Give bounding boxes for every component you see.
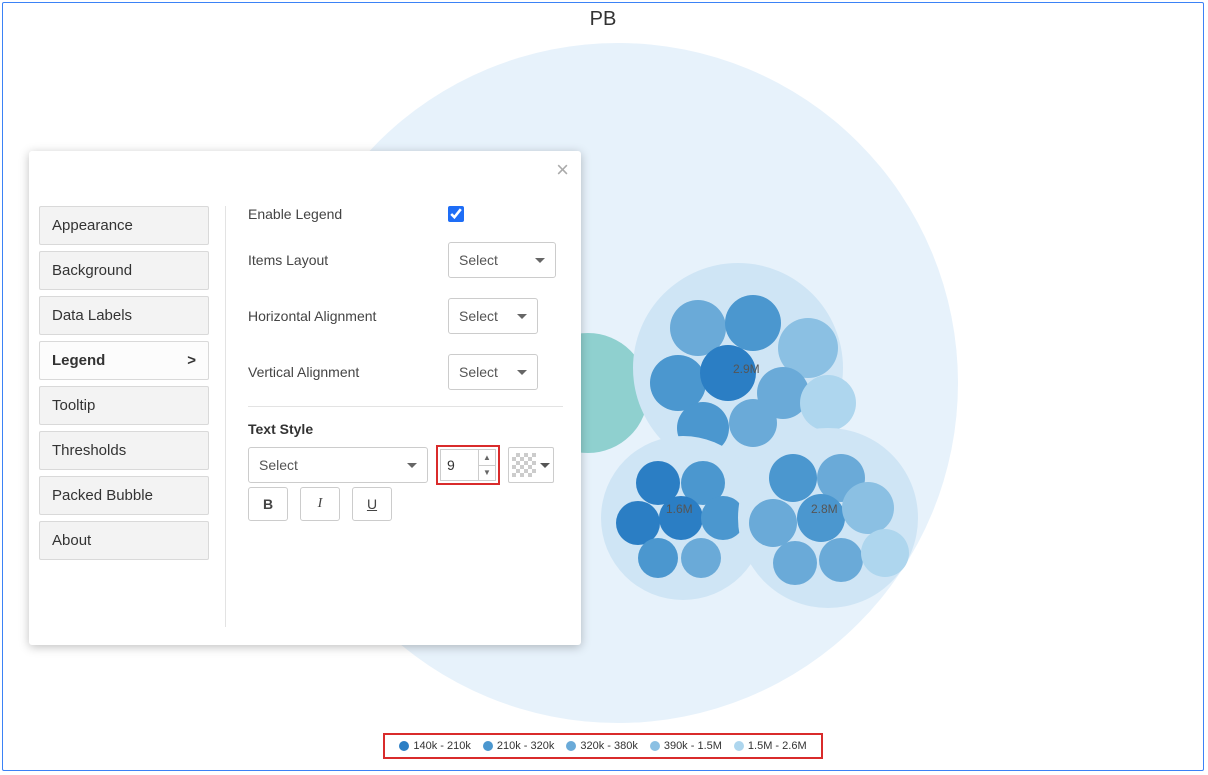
tab-legend[interactable]: Legend> [39, 341, 209, 380]
legend-label: 140k - 210k [413, 740, 470, 752]
legend-pane: Enable Legend Items Layout Select Horizo… [225, 206, 563, 627]
legend-highlight-box: 140k - 210k 210k - 320k 320k - 380k 390k… [383, 733, 823, 759]
underline-button[interactable]: U [352, 487, 392, 521]
valign-label: Vertical Alignment [248, 364, 448, 380]
tab-background[interactable]: Background [39, 251, 209, 290]
font-color-picker[interactable] [508, 447, 554, 483]
divider [248, 406, 563, 407]
legend-item[interactable]: 1.5M - 2.6M [734, 740, 807, 752]
enable-legend-label: Enable Legend [248, 206, 448, 222]
halign-select[interactable]: Select [448, 298, 538, 334]
dialog-tabs: Appearance Background Data Labels Legend… [39, 206, 209, 627]
legend-dot-icon [734, 741, 744, 751]
italic-button[interactable]: I [300, 487, 340, 521]
legend-label: 320k - 380k [580, 740, 637, 752]
settings-dialog: × Appearance Background Data Labels Lege… [29, 151, 581, 645]
chevron-right-icon: > [187, 352, 196, 369]
legend-dot-icon [566, 741, 576, 751]
svg-text:2.8M: 2.8M [811, 502, 838, 516]
font-size-spinner: ▲ ▼ [478, 449, 496, 481]
text-style-title: Text Style [248, 421, 563, 437]
legend-item[interactable]: 390k - 1.5M [650, 740, 722, 752]
legend-item[interactable]: 210k - 320k [483, 740, 554, 752]
tab-data-labels[interactable]: Data Labels [39, 296, 209, 335]
halign-label: Horizontal Alignment [248, 308, 448, 324]
font-size-highlight-box: ▲ ▼ [436, 445, 500, 485]
chart-frame: PB 2.9M 1. [2, 2, 1204, 771]
tab-about[interactable]: About [39, 521, 209, 560]
legend-dot-icon [650, 741, 660, 751]
font-size-input[interactable] [440, 449, 478, 481]
chevron-down-icon [540, 463, 550, 473]
color-swatch-icon [512, 453, 536, 477]
close-icon[interactable]: × [556, 159, 569, 181]
legend-dot-icon [483, 741, 493, 751]
tab-thresholds[interactable]: Thresholds [39, 431, 209, 470]
legend-label: 390k - 1.5M [664, 740, 722, 752]
spin-down-icon[interactable]: ▼ [479, 466, 495, 481]
svg-text:2.9M: 2.9M [733, 362, 760, 376]
tab-appearance[interactable]: Appearance [39, 206, 209, 245]
legend-dot-icon [399, 741, 409, 751]
items-layout-label: Items Layout [248, 252, 448, 268]
tab-packed-bubble[interactable]: Packed Bubble [39, 476, 209, 515]
svg-text:1.6M: 1.6M [666, 502, 693, 516]
font-family-select[interactable]: Select [248, 447, 428, 483]
enable-legend-checkbox[interactable] [448, 206, 464, 222]
legend-item[interactable]: 140k - 210k [399, 740, 470, 752]
items-layout-select[interactable]: Select [448, 242, 556, 278]
valign-select[interactable]: Select [448, 354, 538, 390]
bold-button[interactable]: B [248, 487, 288, 521]
tab-tooltip[interactable]: Tooltip [39, 386, 209, 425]
legend-item[interactable]: 320k - 380k [566, 740, 637, 752]
legend-label: 210k - 320k [497, 740, 554, 752]
legend-label: 1.5M - 2.6M [748, 740, 807, 752]
spin-up-icon[interactable]: ▲ [479, 450, 495, 466]
